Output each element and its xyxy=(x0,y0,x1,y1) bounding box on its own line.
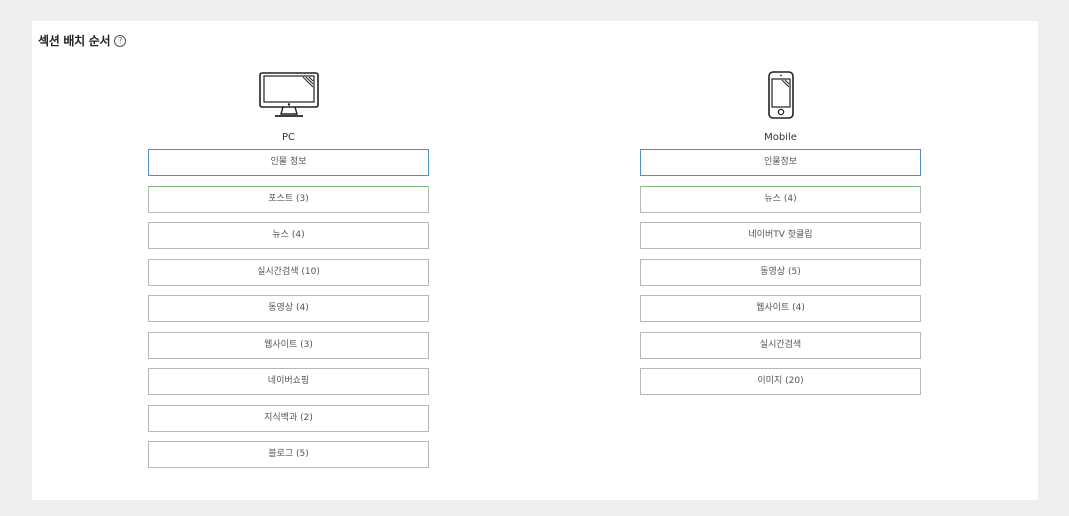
mobile-section-item[interactable]: 실시간검색 xyxy=(640,331,921,359)
pc-section-item[interactable]: 동영상 (4) xyxy=(148,295,429,322)
mobile-section-item[interactable]: 웹사이트 (4) xyxy=(640,295,921,322)
pc-section-item[interactable]: 포스트 (3) xyxy=(148,185,429,213)
mobile-section-item[interactable]: 동영상 (5) xyxy=(640,258,921,286)
pc-section-item[interactable]: 블로그 (5) xyxy=(148,441,429,468)
pc-section-item[interactable]: 실시간검색 (10) xyxy=(148,258,429,286)
help-icon[interactable]: ? xyxy=(114,34,127,47)
pc-section-item[interactable]: 웹사이트 (3) xyxy=(148,331,429,359)
section-order-panel: 섹션 배치 순서 ? PC 인물 정보포스트 (3) 뉴스 (4) 실시간검색 (1… xyxy=(32,21,1038,500)
mobile-section-item[interactable]: 뉴스 (4) xyxy=(640,185,921,213)
desktop-monitor-icon xyxy=(148,71,429,119)
pc-section-item[interactable]: 인물 정보 xyxy=(148,149,429,176)
mobile-section-item[interactable]: 인물정보 xyxy=(640,149,921,176)
section-order-title: 섹션 배치 순서 ? xyxy=(38,32,127,49)
pc-section-item[interactable]: 네이버쇼핑 xyxy=(148,368,429,395)
mobile-label: Mobile xyxy=(764,132,797,143)
section-title-text: 섹션 배치 순서 xyxy=(38,34,111,48)
pc-section-item[interactable]: 지식백과 (2) xyxy=(148,404,429,432)
pc-label: PC xyxy=(281,132,295,143)
mobile-section-item[interactable]: 네이버TV 핫클립 xyxy=(640,222,921,249)
smartphone-icon xyxy=(640,71,921,119)
pc-section-item[interactable]: 뉴스 (4) xyxy=(148,222,429,249)
mobile-section-item[interactable]: 이미지 (20) xyxy=(640,368,921,395)
